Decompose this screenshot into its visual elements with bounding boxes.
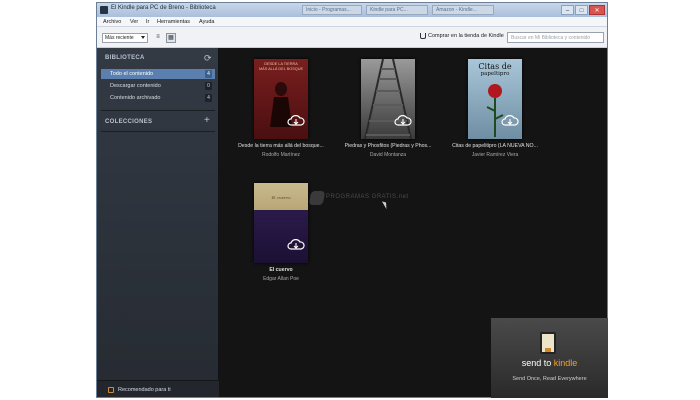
recommended-icon [108, 387, 114, 393]
kindle-app-icon [100, 6, 108, 14]
search-input[interactable]: Buscar en Mi Biblioteca y contenido [507, 32, 604, 43]
send-to-kindle-tagline: Send Once, Read Everywhere [512, 376, 587, 382]
cloud-download-icon [501, 115, 519, 126]
book-title: Citas de papelitipro (LA NUEVA NO... [452, 143, 538, 149]
book-cover: El cuervo [254, 183, 308, 263]
menu-ver[interactable]: Ver [130, 19, 138, 25]
background-tab[interactable]: Inicio - Programas... [302, 5, 362, 15]
maximize-button[interactable]: □ [575, 5, 588, 15]
send-to-kindle-banner: send to kindle Send Once, Read Everywher… [491, 318, 608, 398]
library-header: BIBLIOTECA [105, 55, 145, 61]
kindle-store-link[interactable]: Comprar en la tienda de Kindle [420, 33, 504, 39]
sort-dropdown[interactable]: Más reciente [102, 33, 148, 43]
sidebar-item-label: Todo el contenido [110, 71, 154, 77]
background-tabs: Inicio - Programas... Kindle para PC... … [302, 4, 497, 16]
menu-bar: Archivo Ver Ir Herramientas Ayuda [97, 17, 607, 27]
menu-ir[interactable]: Ir [146, 19, 149, 25]
title-bar[interactable]: El Kindle para PC de Breno - Biblioteca … [97, 3, 607, 17]
collections-header: COLECCIONES [105, 119, 153, 125]
sidebar-item-label: Contenido archivado [110, 95, 161, 101]
add-collection-icon[interactable]: + [204, 115, 210, 126]
cloud-download-icon [394, 115, 412, 126]
device-arrow [545, 348, 551, 352]
sidebar-item-downloaded[interactable]: Descargar contenido 0 [101, 81, 215, 91]
send-to-kindle-logo: send to kindle [491, 358, 608, 368]
recommended-label: Recomendado para ti [118, 387, 171, 393]
cover-text: MÁS ALLÁ DEL BOSQUE [259, 67, 303, 71]
sort-selected-label: Más reciente [105, 35, 134, 41]
sidebar: BIBLIOTECA ⟳ Todo el contenido 4 Descarg… [97, 48, 219, 397]
book-item[interactable]: Citas de papeltipro Citas de papelitipro… [441, 59, 549, 161]
kindle-device-icon [540, 332, 556, 354]
sidebar-divider [101, 110, 215, 111]
window-title: El Kindle para PC de Breno - Biblioteca [111, 5, 216, 11]
cloud-download-icon [287, 239, 305, 250]
book-title: Piedras y Phosfitos (Piedras y Phos... [344, 143, 432, 149]
watermark-text: PROGRAMAS GRATIS.net [326, 194, 409, 200]
menu-archivo[interactable]: Archivo [103, 19, 121, 25]
sidebar-divider [101, 131, 215, 132]
menu-herramientas[interactable]: Herramientas [157, 19, 190, 25]
book-cover [361, 59, 415, 139]
cover-text: DESDE LA TIERRA [264, 62, 298, 66]
book-item[interactable]: Piedras y Phosfitos (Piedras y Phos... D… [334, 59, 442, 161]
background-tab[interactable]: Amazon - Kindle... [432, 5, 494, 15]
grid-view-icon[interactable]: ▦ [166, 33, 176, 43]
book-author: Javier Ramírez Viera [471, 152, 519, 158]
watermark-logo-icon [308, 191, 326, 205]
rose-art [486, 84, 504, 137]
background-tab[interactable]: Kindle para PC... [366, 5, 428, 15]
book-author: David Montanza [369, 152, 407, 158]
logo-send-to: send to [521, 358, 554, 368]
book-title: Desde la tierra más allá del bosque... [238, 143, 324, 149]
cover-text: papeltipro [480, 71, 510, 77]
list-view-icon[interactable]: ≡ [153, 33, 163, 43]
sidebar-item-label: Descargar contenido [110, 83, 161, 89]
toolbar: Más reciente ≡ ▦ Comprar en la tienda de… [97, 27, 607, 48]
sidebar-item-all-content[interactable]: Todo el contenido 4 [101, 69, 215, 79]
minimize-button[interactable]: – [561, 5, 574, 15]
logo-kindle: kindle [553, 358, 578, 368]
recommended-for-you[interactable]: Recomendado para ti [97, 380, 219, 397]
book-title: El cuervo [269, 267, 293, 273]
cloud-download-icon [287, 115, 305, 126]
desktop: El Kindle para PC de Breno - Biblioteca … [0, 0, 700, 400]
item-count-badge: 4 [205, 94, 212, 102]
sidebar-item-archived[interactable]: Contenido archivado 4 [101, 93, 215, 103]
item-count-badge: 0 [205, 82, 212, 90]
close-button[interactable]: ✕ [589, 5, 605, 15]
book-item[interactable]: DESDE LA TIERRA MÁS ALLÁ DEL BOSQUE Desd… [227, 59, 335, 161]
chevron-down-icon [141, 36, 145, 39]
menu-ayuda[interactable]: Ayuda [199, 19, 215, 25]
book-cover: Citas de papeltipro [468, 59, 522, 139]
window-controls: – □ ✕ [561, 4, 605, 16]
item-count-badge: 4 [205, 70, 212, 78]
book-author: Edgar Allan Poe [263, 276, 299, 282]
cover-text: Citas de [478, 62, 512, 71]
cover-text: El cuervo [271, 195, 291, 200]
book-author: Rodolfo Martínez [261, 152, 301, 158]
kindle-store-label: Comprar en la tienda de Kindle [428, 33, 504, 39]
book-cover: DESDE LA TIERRA MÁS ALLÁ DEL BOSQUE [254, 59, 308, 139]
refresh-icon[interactable]: ⟳ [204, 53, 212, 64]
